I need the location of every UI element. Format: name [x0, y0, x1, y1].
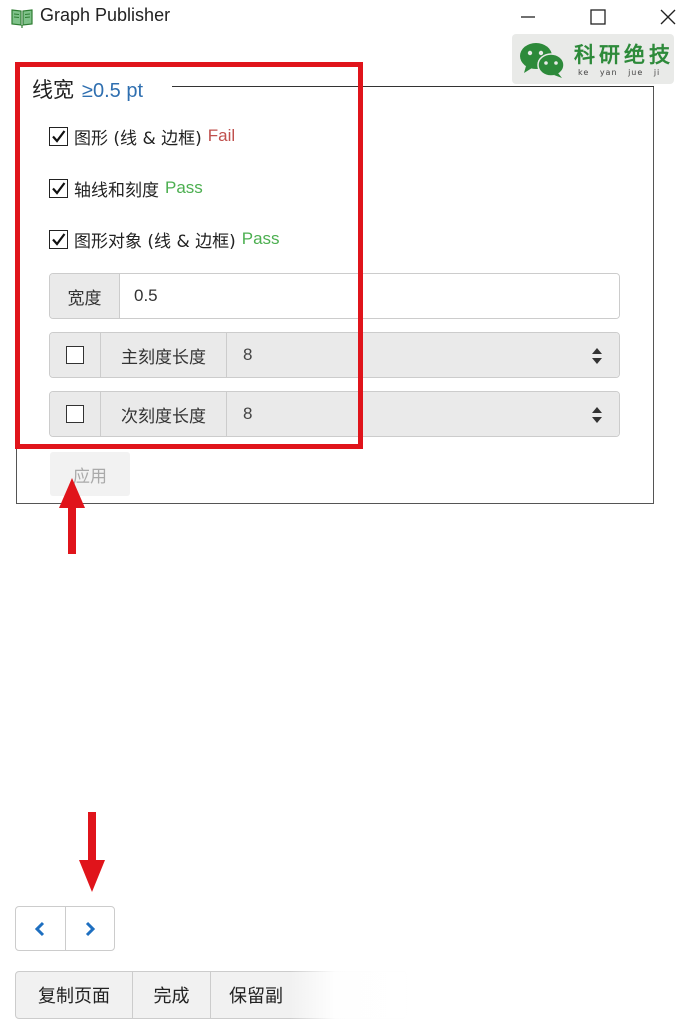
- width-label: 宽度: [50, 274, 120, 318]
- major-tick-value: 8: [243, 345, 253, 364]
- next-page-button[interactable]: [64, 907, 115, 950]
- minimize-icon: [521, 16, 535, 18]
- close-button[interactable]: [648, 4, 687, 30]
- checkbox-axes[interactable]: [49, 178, 68, 198]
- status-pass: Pass: [241, 229, 280, 248]
- sort-icon: [592, 407, 602, 423]
- major-tick-select[interactable]: 8: [227, 333, 619, 377]
- major-tick-label: 主刻度长度: [101, 333, 227, 377]
- copy-page-button[interactable]: 复制页面: [16, 972, 133, 1018]
- minor-tick-label: 次刻度长度: [101, 392, 227, 436]
- apply-button[interactable]: 应用: [50, 452, 130, 496]
- minor-tick-select[interactable]: 8: [227, 392, 619, 436]
- check-row-objects[interactable]: 图形对象 (线 & 边框) Pass: [49, 227, 280, 252]
- watermark-subtitle: ke yan jue ji: [578, 68, 661, 77]
- close-icon: [660, 9, 676, 25]
- check-label-graphics: 图形 (线 & 边框): [74, 128, 202, 149]
- minor-tick-group: 次刻度长度 8: [49, 391, 620, 437]
- check-label-objects: 图形对象 (线 & 边框): [74, 231, 236, 252]
- bottom-toolbar: 复制页面 完成 保留副: [15, 971, 407, 1019]
- chevron-right-icon: [85, 921, 95, 936]
- checkbox-objects[interactable]: [49, 229, 68, 249]
- major-tick-checkbox-cell[interactable]: [50, 333, 101, 377]
- app-title: Graph Publisher: [40, 5, 171, 25]
- major-tick-checkbox[interactable]: [66, 346, 84, 364]
- watermark: 科研绝技 ke yan jue ji: [512, 34, 674, 84]
- minor-tick-checkbox-cell[interactable]: [50, 392, 101, 436]
- previous-page-button[interactable]: [16, 907, 65, 950]
- done-button[interactable]: 完成: [133, 972, 211, 1018]
- minor-tick-value: 8: [243, 404, 253, 423]
- chevron-left-icon: [35, 921, 45, 936]
- wechat-icon: [520, 43, 565, 78]
- checkmark-icon: [52, 181, 66, 195]
- minor-tick-checkbox[interactable]: [66, 405, 84, 423]
- status-pass: Pass: [165, 178, 203, 197]
- panel-legend: 线宽 ≥0.5 pt: [32, 74, 150, 104]
- panel-threshold: ≥0.5 pt: [82, 80, 144, 102]
- width-input[interactable]: [120, 274, 619, 318]
- panel-border-top: [172, 86, 654, 87]
- check-row-graphics[interactable]: 图形 (线 & 边框) Fail: [49, 124, 236, 149]
- keep-copy-button[interactable]: 保留副: [211, 972, 406, 1018]
- status-fail: Fail: [207, 126, 236, 145]
- panel-title: 线宽: [32, 78, 74, 102]
- title-bar: Graph Publisher: [0, 0, 687, 34]
- minimize-button[interactable]: [508, 4, 548, 30]
- check-row-axes[interactable]: 轴线和刻度 Pass: [49, 176, 203, 201]
- pager: [15, 906, 115, 951]
- annotation-arrow-down-icon: [79, 812, 105, 892]
- check-label-axes: 轴线和刻度: [74, 180, 159, 201]
- width-input-group: 宽度: [49, 273, 620, 319]
- checkbox-graphics[interactable]: [49, 126, 68, 146]
- watermark-title: 科研绝技: [574, 43, 674, 67]
- checkmark-icon: [52, 129, 66, 143]
- sort-icon: [592, 348, 602, 364]
- maximize-button[interactable]: [578, 4, 618, 30]
- book-icon: [11, 9, 33, 28]
- major-tick-group: 主刻度长度 8: [49, 332, 620, 378]
- maximize-icon: [590, 9, 606, 25]
- checkmark-icon: [52, 232, 66, 246]
